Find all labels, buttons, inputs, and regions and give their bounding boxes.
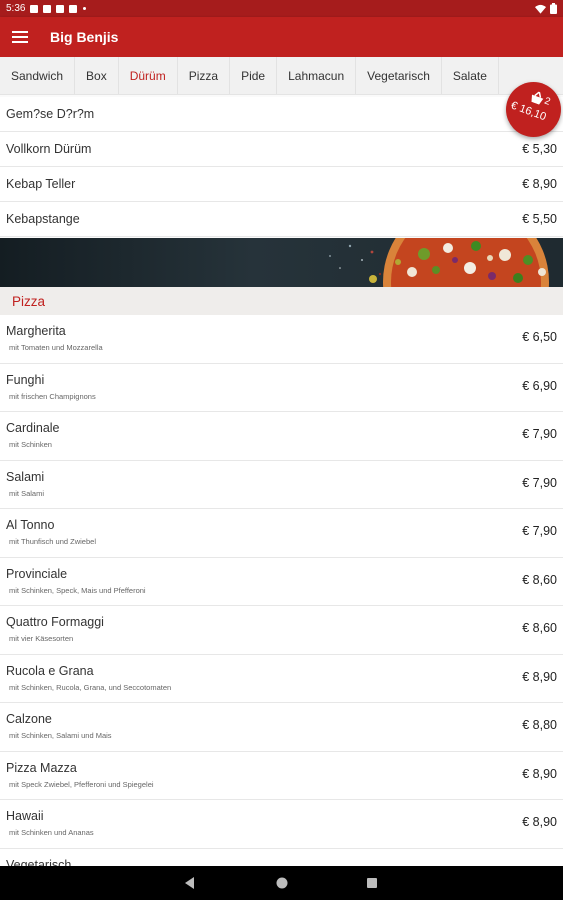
item-description: mit Schinken, Rucola, Grana, und Seccoto… <box>9 682 172 692</box>
list-item[interactable]: Provinciale mit Schinken, Speck, Mais und… <box>0 557 563 606</box>
list-item[interactable]: Vollkorn Dürüm € 5,30 <box>0 132 563 167</box>
more-notifications-icon <box>83 7 87 10</box>
item-description: mit frischen Champignons <box>9 391 96 401</box>
item-description: mit Schinken <box>9 440 52 449</box>
notification-icon <box>43 4 52 13</box>
status-time: 5:36 <box>6 3 26 14</box>
item-description: mit Schinken, Salami und Mais <box>9 731 112 740</box>
item-name: Cardinale <box>6 421 60 435</box>
item-name: Pizza Mazza <box>6 760 77 775</box>
notification-icon <box>56 4 65 13</box>
list-item[interactable]: Kebapstange € 5,50 <box>0 202 563 237</box>
tab-box[interactable]: Box <box>75 57 119 94</box>
item-price: € 8,60 <box>522 572 557 587</box>
notification-icon <box>69 4 78 13</box>
item-name: Calzone <box>6 712 52 726</box>
list-item[interactable]: Al Tonno mit Thunfisch und Zwiebel € 7,90 <box>0 509 563 558</box>
item-price: € 8,80 <box>522 718 557 732</box>
item-name: Funghi <box>6 372 45 387</box>
item-name: Margherita <box>6 324 66 338</box>
item-price: € 6,90 <box>522 378 557 393</box>
cart-button[interactable]: 2 € 16,10 <box>506 82 561 137</box>
battery-icon <box>550 3 557 14</box>
list-item[interactable]: Gem?se D?r?m <box>0 97 563 132</box>
item-description: mit Schinken und Ananas <box>9 828 94 837</box>
list-item[interactable]: Kebap Teller € 8,90 <box>0 167 563 202</box>
item-description: mit Thunfisch und Zwiebel <box>9 537 96 546</box>
section-title: Pizza <box>12 293 46 309</box>
status-bar: 5:36 <box>0 0 563 17</box>
list-item[interactable]: Salami mit Salami € 7,90 <box>0 460 563 509</box>
list-item[interactable]: Margherita mit Tomaten und Mozzarella € 6,… <box>0 315 563 364</box>
tab-vegetarisch[interactable]: Vegetarisch <box>356 57 442 94</box>
tab-pide[interactable]: Pide <box>230 57 278 94</box>
tab-lahmacun[interactable]: Lahmacun <box>277 57 357 94</box>
item-price: € 5,50 <box>522 212 557 226</box>
item-description: mit Speck Zwiebel, Pfefferoni und Spiege… <box>9 779 154 789</box>
item-price: € 7,90 <box>522 475 557 490</box>
item-price: € 8,90 <box>522 669 557 684</box>
item-name: Provinciale <box>6 566 68 581</box>
list-item[interactable]: Calzone mit Schinken, Salami und Mais € 8,… <box>0 703 563 752</box>
menu-icon[interactable] <box>12 31 28 43</box>
home-icon[interactable] <box>276 877 288 889</box>
item-name: Quattro Formaggi <box>6 615 104 629</box>
item-name: Salami <box>6 469 45 484</box>
item-price: € 7,90 <box>522 524 557 538</box>
durum-list: Gem?se D?r?m Vollkorn Dürüm € 5,30 Kebap… <box>0 97 563 237</box>
item-name: Hawaii <box>6 809 44 823</box>
item-price: € 6,50 <box>522 330 557 344</box>
item-description: mit vier Käsesorten <box>9 634 74 643</box>
item-price: € 7,90 <box>522 427 557 441</box>
item-name: Al Tonno <box>6 518 55 532</box>
item-description: mit Tomaten und Mozzarella <box>9 343 103 352</box>
item-price: € 8,90 <box>522 177 557 191</box>
item-price: € 8,90 <box>522 766 557 781</box>
tab-sandwich[interactable]: Sandwich <box>0 57 76 94</box>
app-bar: Big Benjis <box>0 17 563 57</box>
category-tabs: Sandwich Box Dürüm Pizza Pide Lahmacun Vegetar… <box>0 57 563 95</box>
list-item[interactable]: Funghi mit frischen Champignons € 6,90 <box>0 363 563 412</box>
list-item[interactable]: Rucola e Grana mit Schinken, Rucola, Gran… <box>0 654 563 703</box>
item-name: Kebap Teller <box>6 177 76 191</box>
list-item[interactable]: Cardinale mit Schinken € 7,90 <box>0 412 563 461</box>
section-header-pizza: Pizza <box>0 287 563 315</box>
item-name: Gem?se D?r?m <box>6 107 95 121</box>
tab-salate[interactable]: Salate <box>442 57 499 94</box>
item-name: Kebapstange <box>6 212 80 226</box>
notification-icon <box>30 4 39 13</box>
item-price: € 5,30 <box>522 142 557 156</box>
system-nav-bar <box>0 866 563 900</box>
item-description: mit Salami <box>9 488 45 498</box>
pizza-banner-image <box>0 238 563 287</box>
list-item[interactable]: Quattro Formaggi mit vier Käsesorten € 8,6… <box>0 606 563 655</box>
item-price: € 8,60 <box>522 621 557 635</box>
tab-pizza[interactable]: Pizza <box>178 57 231 94</box>
pizza-list: Margherita mit Tomaten und Mozzarella € 6,… <box>0 315 563 897</box>
list-item[interactable]: Pizza Mazza mit Speck Zwiebel, Pfefferoni… <box>0 751 563 800</box>
item-description: mit Schinken, Speck, Mais und Pfefferoni <box>9 585 146 595</box>
item-price: € 8,90 <box>522 815 557 829</box>
list-item[interactable]: Hawaii mit Schinken und Ananas € 8,90 <box>0 800 563 849</box>
wifi-icon <box>535 4 546 14</box>
item-name: Vollkorn Dürüm <box>6 142 92 156</box>
item-name: Rucola e Grana <box>6 663 94 678</box>
tab-d-r-m[interactable]: Dürüm <box>119 57 178 94</box>
back-icon[interactable] <box>184 877 196 889</box>
recents-icon[interactable] <box>366 877 378 889</box>
app-title: Big Benjis <box>50 29 119 45</box>
